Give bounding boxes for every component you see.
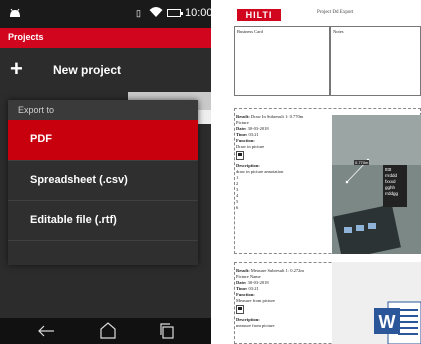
word-icon-letter: W <box>379 312 396 332</box>
export-dialog: Export to PDF Spreadsheet (.csv) Editabl… <box>8 100 198 265</box>
description-label: Description: <box>236 317 260 322</box>
phone-screen: ▯ 10:00 Projects + New project Export to… <box>0 0 211 344</box>
description-value: measure from picture <box>236 323 275 328</box>
result-name: Measure <box>250 268 267 273</box>
number-item: 6 <box>236 205 239 210</box>
export-option-rtf[interactable]: Editable file (.rtf) <box>8 200 198 240</box>
description-label: Description: <box>236 163 260 168</box>
status-bar: ▯ 10:00 <box>0 0 211 28</box>
time-label: Time: <box>236 286 248 291</box>
photo-note-line: rrddgg <box>385 191 399 196</box>
sim-icon: ▯ <box>136 8 141 18</box>
subresult-label: Subresult 1: <box>266 114 289 119</box>
export-option-label: Spreadsheet (.csv) <box>30 174 128 186</box>
android-nav-bar <box>0 318 211 344</box>
app-bar: Projects <box>0 28 211 48</box>
date-value: 30-03-2018 <box>247 280 269 285</box>
device-icon <box>236 151 244 160</box>
time-value: 03:21 <box>248 132 259 137</box>
function-value: Measure from picture <box>236 298 275 303</box>
plus-icon: + <box>10 56 23 81</box>
recent-apps-icon[interactable] <box>157 321 177 341</box>
business-card-box: Business Card <box>234 26 330 96</box>
home-icon[interactable] <box>98 321 118 341</box>
business-card-label: Business Card <box>237 29 263 34</box>
annotated-photo: 0.770m ttttt rrrddd fxxxd gghh rrddgg <box>332 115 421 254</box>
export-option-label: Editable file (.rtf) <box>30 214 117 226</box>
function-label: Function: <box>236 138 255 143</box>
date-label: Date: <box>236 280 247 285</box>
function-value: Draw in picture <box>236 144 265 149</box>
function-label: Function: <box>236 292 255 297</box>
photo-measure-label: 0.770m <box>354 160 370 165</box>
microsoft-word-icon: W <box>374 301 421 344</box>
entry-2-details: Result: Measure Subresult 1: 0.272m Pict… <box>236 268 331 329</box>
result-label: Result: <box>236 114 250 119</box>
pdf-document-preview: HILTI Project Dd Export Business Card No… <box>211 0 421 344</box>
time-value: 03:21 <box>248 286 259 291</box>
clock: 10:00 <box>185 7 211 19</box>
subresult-value: 0.770m <box>289 114 304 119</box>
device-icon <box>236 305 244 314</box>
hilti-logo: HILTI <box>237 9 281 21</box>
subresult-label: Subresult 1: <box>267 268 290 273</box>
export-option-label: PDF <box>30 133 52 145</box>
page-title: Projects <box>8 32 44 42</box>
android-icon <box>10 8 20 17</box>
new-project-button[interactable]: + New project <box>0 48 211 92</box>
wifi-icon <box>149 7 163 17</box>
export-dialog-header: Export to <box>8 100 198 120</box>
new-project-label: New project <box>53 63 122 77</box>
date-value: 30-03-2018 <box>247 126 269 131</box>
back-icon[interactable] <box>36 321 56 341</box>
export-option-pdf[interactable]: PDF <box>8 120 198 160</box>
battery-icon <box>167 9 183 17</box>
export-option-empty <box>8 240 198 265</box>
export-dialog-title: Export to <box>18 105 55 115</box>
time-label: Time: <box>236 132 248 137</box>
notes-box: Notes <box>330 26 421 96</box>
document-title: Project Dd Export <box>317 10 354 15</box>
photo-note: ttttt rrrddd fxxxd gghh rrddgg <box>385 167 398 197</box>
notes-label: Notes <box>333 29 344 34</box>
date-label: Date: <box>236 126 247 131</box>
export-option-csv[interactable]: Spreadsheet (.csv) <box>8 160 198 200</box>
entry-1-details: Result: Draw In Subresult 1: 0.770m Pict… <box>236 114 331 211</box>
result-label: Result: <box>236 268 250 273</box>
project-thumbnail-edge <box>198 110 211 124</box>
subresult-value: 0.272m <box>290 268 304 273</box>
result-name: Draw In <box>250 114 266 119</box>
